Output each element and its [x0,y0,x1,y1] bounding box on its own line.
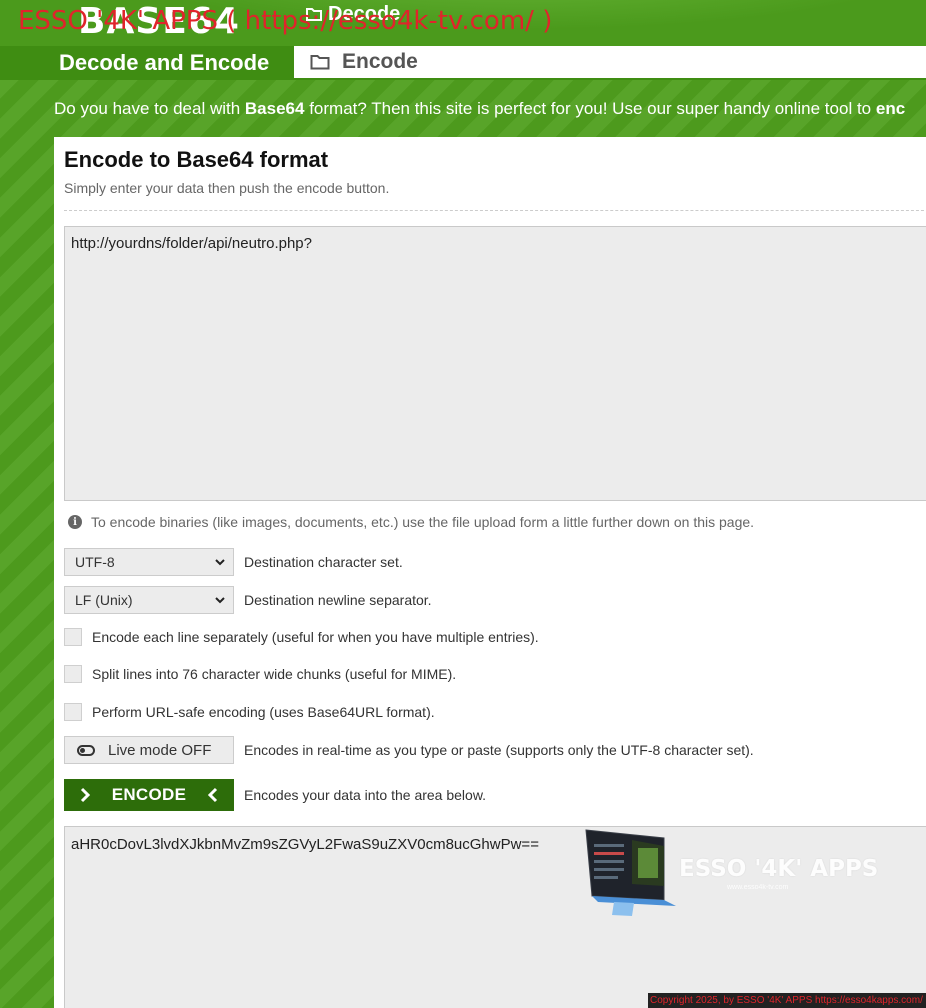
panel-title: Encode to Base64 format [64,147,329,172]
newline-label: Destination newline separator. [244,592,432,608]
hint-text: To encode binaries (like images, documen… [91,514,755,530]
copyright-footer: Copyright 2025, by ESSO '4K' APPS https:… [648,993,926,1008]
encode-desc: Encodes your data into the area below. [244,787,487,803]
nav-title: Decode and Encode [59,50,270,75]
chevron-down-icon [215,597,225,604]
live-mode-label: Live mode OFF [108,741,212,759]
option-label: Split lines into 76 character wide chunk… [92,666,457,682]
charset-value: UTF-8 [75,554,115,570]
newline-value: LF (Unix) [75,592,133,608]
option-row: Split lines into 76 character wide chunk… [64,665,456,683]
split-lines-checkbox[interactable] [64,665,82,683]
live-mode-desc: Encodes in real-time as you type or past… [244,742,754,758]
chevron-left-icon [208,787,218,803]
charset-select[interactable]: UTF-8 [64,548,234,576]
live-mode-row: Live mode OFF Encodes in real-time as yo… [64,736,754,764]
chevron-right-icon [80,787,90,803]
option-label: Encode each line separately (useful for … [92,629,539,645]
encode-button-label: ENCODE [111,785,187,804]
newline-row: LF (Unix) Destination newline separator. [64,586,432,614]
encode-button[interactable]: ENCODE [64,779,234,811]
url-safe-checkbox[interactable] [64,703,82,721]
option-row: Perform URL-safe encoding (uses Base64UR… [64,703,435,721]
toggle-icon [77,744,95,756]
intro-text: Do you have to deal with Base64 format? … [54,98,905,120]
tab-encode[interactable]: Encode [294,46,926,78]
newline-select[interactable]: LF (Unix) [64,586,234,614]
option-row: Encode each line separately (useful for … [64,628,539,646]
promo-url: www.esso4k-tv.com [727,884,789,891]
intro-part: format? Then this site is perfect for yo… [304,99,876,118]
chevron-down-icon [215,559,225,566]
live-mode-button[interactable]: Live mode OFF [64,736,234,764]
option-label: Perform URL-safe encoding (uses Base64UR… [92,704,435,720]
tab-encode-label: Encode [342,50,418,73]
panel-subtitle: Simply enter your data then push the enc… [64,180,390,196]
intro-bold: enc [875,99,906,118]
promo-title: ESSO '4K' APPS [679,856,879,882]
watermark-text: ESSO '4K' APPS ( https://esso4k-tv.com/ … [18,6,553,36]
promo-watermark: ESSO '4K' APPS www.esso4k-tv.com [584,826,884,918]
divider [64,210,926,211]
encode-row: ENCODE Encodes your data into the area b… [64,779,486,811]
input-textarea[interactable]: http://yourdns/folder/api/neutro.php? [64,226,926,501]
binary-hint: i To encode binaries (like images, docum… [68,514,754,530]
intro-part: Do you have to deal with [54,99,245,118]
info-icon: i [68,515,82,529]
encode-each-line-checkbox[interactable] [64,628,82,646]
folder-icon [310,55,330,70]
monitor-icon [585,829,676,916]
intro-bold: Base64 [244,99,305,118]
charset-label: Destination character set. [244,554,403,570]
charset-row: UTF-8 Destination character set. [64,548,403,576]
